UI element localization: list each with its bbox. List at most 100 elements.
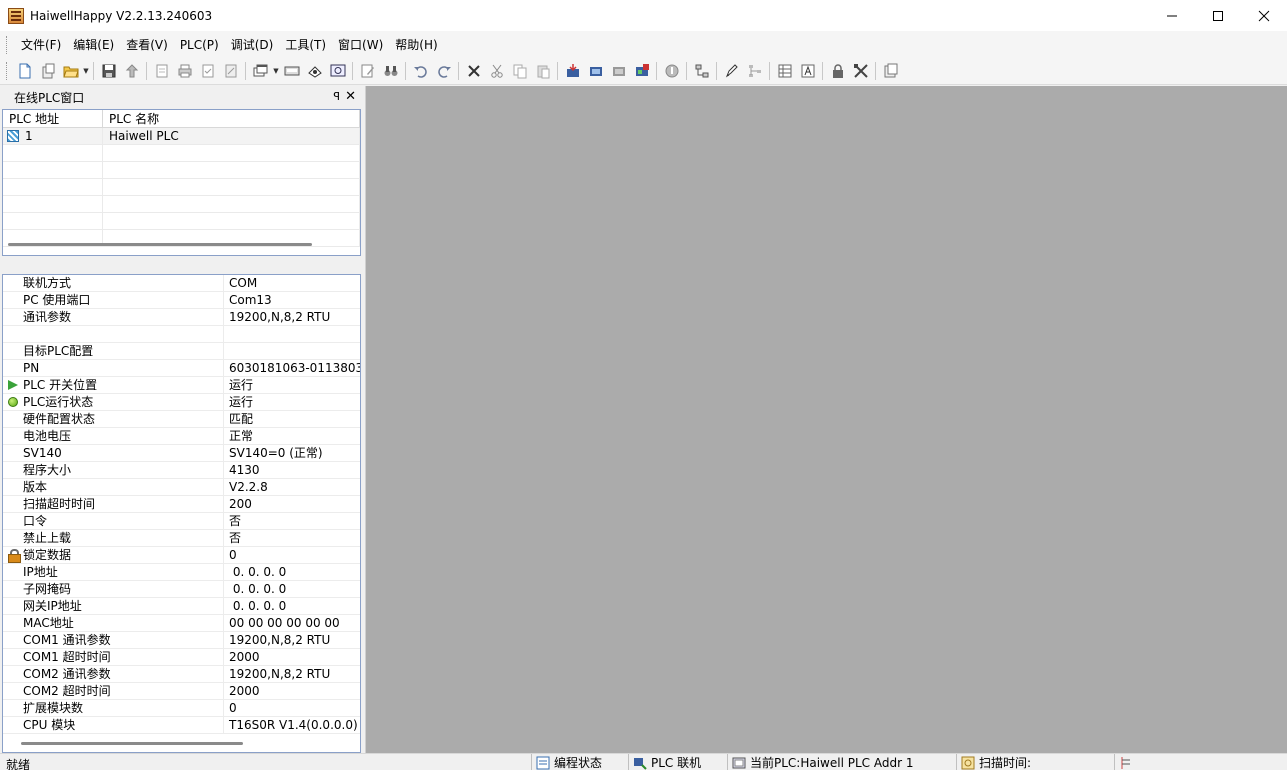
property-row[interactable]: PC 使用端口 Com13 [3, 292, 360, 309]
menu-file[interactable]: 文件(F) [15, 34, 67, 56]
paste-button[interactable] [531, 60, 554, 82]
print-preview-button[interactable] [150, 60, 173, 82]
compile-icon [225, 64, 236, 78]
property-row[interactable]: 联机方式 COM [3, 275, 360, 292]
menu-plc[interactable]: PLC(P) [174, 34, 225, 56]
pen-button[interactable] [720, 60, 743, 82]
edit-doc-button[interactable] [356, 60, 379, 82]
lock-button[interactable] [826, 60, 849, 82]
compare-button[interactable] [607, 60, 630, 82]
pin-icon[interactable]: ꟼ [333, 90, 340, 103]
current-plc-label: 当前PLC:Haiwell PLC Addr 1 [750, 756, 914, 770]
menu-tools[interactable]: 工具(T) [279, 34, 332, 56]
windows-dropdown[interactable]: ▼ [272, 60, 280, 82]
tools-button[interactable] [849, 60, 872, 82]
menu-window[interactable]: 窗口(W) [332, 34, 389, 56]
redo-button[interactable] [432, 60, 455, 82]
property-name [23, 326, 224, 342]
list-horizontal-scrollbar[interactable] [8, 243, 312, 246]
panel-close-icon[interactable]: ✕ [345, 89, 356, 104]
property-row[interactable]: 子网掩码 0. 0. 0. 0 [3, 581, 360, 598]
upload-button[interactable] [120, 60, 143, 82]
plc-online-icon [634, 757, 647, 770]
property-row[interactable]: COM1 通讯参数 19200,N,8,2 RTU [3, 632, 360, 649]
network-button[interactable] [690, 60, 713, 82]
property-value: 匹配 [229, 412, 254, 426]
property-row[interactable]: SV140 SV140=0 (正常) [3, 445, 360, 462]
property-value: 2000 [229, 684, 260, 698]
property-row[interactable]: 硬件配置状态 匹配 [3, 411, 360, 428]
windows-button[interactable] [249, 60, 272, 82]
property-row[interactable]: 扫描超时时间 200 [3, 496, 360, 513]
property-row[interactable]: PLC运行状态 运行 [3, 394, 360, 411]
property-row[interactable]: COM2 超时时间 2000 [3, 683, 360, 700]
property-row[interactable]: IP地址 0. 0. 0. 0 [3, 564, 360, 581]
plc-address: 1 [25, 128, 33, 143]
property-name: 禁止上载 [23, 530, 224, 546]
property-row[interactable]: 程序大小 4130 [3, 462, 360, 479]
compile-button[interactable] [219, 60, 242, 82]
upload-plc-icon [589, 67, 602, 76]
info-button[interactable] [660, 60, 683, 82]
property-row[interactable]: COM2 通讯参数 19200,N,8,2 RTU [3, 666, 360, 683]
plc-row[interactable]: 1 Haiwell PLC [3, 128, 360, 145]
new-file-button[interactable] [13, 60, 36, 82]
property-row[interactable]: PLC 开关位置 运行 [3, 377, 360, 394]
tree-button[interactable] [743, 60, 766, 82]
edit-state-icon [536, 756, 550, 769]
check-button[interactable] [196, 60, 219, 82]
property-row[interactable]: 网关IP地址 0. 0. 0. 0 [3, 598, 360, 615]
save-button[interactable] [97, 60, 120, 82]
property-value: V2.2.8 [229, 480, 268, 494]
property-row[interactable]: 通讯参数 19200,N,8,2 RTU [3, 309, 360, 326]
open-dropdown[interactable]: ▼ [82, 60, 90, 82]
monitor-button[interactable] [280, 60, 303, 82]
delete-button[interactable] [462, 60, 485, 82]
minimize-button[interactable] [1149, 0, 1195, 31]
undo-button[interactable] [409, 60, 432, 82]
download-button[interactable] [561, 60, 584, 82]
plc-address-cell: 1 [3, 128, 103, 144]
property-row[interactable]: CPU 模块 T16S0R V1.4(0.0.0.0) [3, 717, 360, 734]
menu-debug[interactable]: 调试(D) [225, 34, 280, 56]
find-button[interactable] [379, 60, 402, 82]
property-row[interactable]: 禁止上载否 [3, 530, 360, 547]
toolbar-grip[interactable] [6, 62, 9, 80]
ladder-grip-icon [1121, 756, 1130, 769]
maximize-button[interactable] [1195, 0, 1241, 31]
property-row[interactable]: 锁定数据 0 [3, 547, 360, 564]
menu-help[interactable]: 帮助(H) [389, 34, 443, 56]
property-row[interactable]: 目标PLC配置 [3, 343, 360, 360]
column-header-name[interactable]: PLC 名称 [103, 110, 360, 127]
menu-grip[interactable] [6, 35, 9, 54]
table-button[interactable] [773, 60, 796, 82]
property-name: PC 使用端口 [23, 292, 224, 308]
upload-plc-button[interactable] [584, 60, 607, 82]
new-project-button[interactable] [36, 60, 59, 82]
cut-button[interactable] [485, 60, 508, 82]
property-horizontal-scrollbar[interactable] [21, 742, 243, 745]
property-row[interactable]: 版本 V2.2.8 [3, 479, 360, 496]
property-row[interactable]: 电池电压 正常 [3, 428, 360, 445]
property-name: 目标PLC配置 [23, 343, 224, 359]
hmi-button[interactable] [326, 60, 349, 82]
property-row[interactable]: PN 6030181063-01138033 [3, 360, 360, 377]
font-button[interactable] [796, 60, 819, 82]
menu-edit[interactable]: 编辑(E) [67, 34, 120, 56]
check-document-icon [202, 64, 213, 78]
run-stop-button[interactable] [630, 60, 653, 82]
column-header-address[interactable]: PLC 地址 [3, 110, 103, 127]
property-row[interactable]: 扩展模块数 0 [3, 700, 360, 717]
property-row[interactable]: COM1 超时时间 2000 [3, 649, 360, 666]
save-icon [102, 64, 115, 78]
print-button[interactable] [173, 60, 196, 82]
open-button[interactable] [59, 60, 82, 82]
close-button[interactable] [1241, 0, 1287, 31]
report-button[interactable] [879, 60, 902, 82]
comm-button[interactable] [303, 60, 326, 82]
menu-view[interactable]: 查看(V) [120, 34, 174, 56]
toolbar-separator [458, 62, 459, 80]
property-row[interactable]: 口令否 [3, 513, 360, 530]
copy-button[interactable] [508, 60, 531, 82]
property-row[interactable]: MAC地址 00 00 00 00 00 00 [3, 615, 360, 632]
